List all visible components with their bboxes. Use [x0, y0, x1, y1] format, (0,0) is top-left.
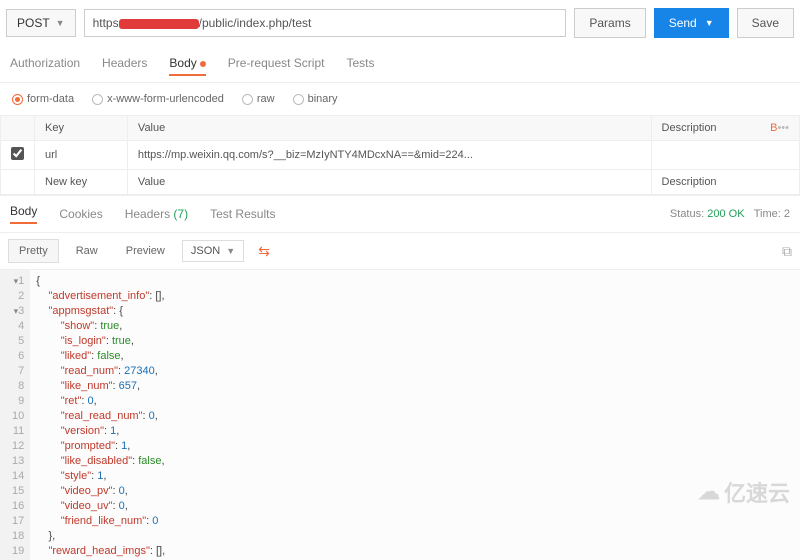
chevron-down-icon: ▼ [705, 18, 714, 28]
cloud-icon: ☁ [698, 479, 720, 505]
radio-off-icon [242, 94, 253, 105]
radio-form-data[interactable]: form-data [12, 93, 74, 105]
url-input[interactable]: https/public/index.php/test [84, 9, 567, 37]
table-row[interactable]: url https://mp.weixin.qq.com/s?__biz=MzI… [1, 141, 800, 170]
bulk-edit[interactable]: B [770, 122, 777, 134]
request-tabs: Authorization Headers Body Pre-request S… [0, 46, 800, 83]
tab-body[interactable]: Body [169, 52, 205, 76]
active-dot-icon [200, 61, 206, 67]
cell-key[interactable]: url [35, 141, 128, 170]
view-preview[interactable]: Preview [115, 239, 176, 263]
radio-off-icon [293, 94, 304, 105]
line-gutter: ▾12▾345678910111213141516171819▾20212223… [0, 270, 30, 560]
view-raw[interactable]: Raw [65, 239, 109, 263]
radio-binary[interactable]: binary [293, 93, 338, 105]
tab-headers[interactable]: Headers [102, 52, 147, 76]
tab-prerequest[interactable]: Pre-request Script [228, 52, 325, 76]
resp-tab-cookies[interactable]: Cookies [59, 207, 102, 221]
view-bar: Pretty Raw Preview JSON▼ ⇆ ⧉ [0, 233, 800, 270]
radio-urlencoded[interactable]: x-www-form-urlencoded [92, 93, 224, 105]
tab-tests[interactable]: Tests [346, 52, 374, 76]
request-bar: POST ▼ https/public/index.php/test Param… [0, 0, 800, 46]
table-row-new[interactable]: New key Value Description [1, 170, 800, 195]
col-key: Key [35, 116, 128, 141]
method-label: POST [17, 16, 50, 30]
chevron-down-icon: ▼ [226, 246, 235, 256]
method-dropdown[interactable]: POST ▼ [6, 9, 76, 37]
tab-authorization[interactable]: Authorization [10, 52, 80, 76]
format-dropdown[interactable]: JSON▼ [182, 240, 244, 262]
ph-value[interactable]: Value [127, 170, 651, 195]
resp-tab-headers[interactable]: Headers (7) [125, 207, 188, 221]
response-body: ▾12▾345678910111213141516171819▾20212223… [0, 270, 800, 560]
json-code[interactable]: { "advertisement_info": [], "appmsgstat"… [30, 270, 191, 560]
more-icon[interactable]: ••• [777, 122, 789, 134]
radio-raw[interactable]: raw [242, 93, 275, 105]
body-type-radios: form-data x-www-form-urlencoded raw bina… [0, 83, 800, 115]
ph-desc[interactable]: Description [651, 170, 799, 195]
view-pretty[interactable]: Pretty [8, 239, 59, 263]
status-bar: Status: 200 OK Time: 2 [670, 208, 790, 220]
ph-key[interactable]: New key [35, 170, 128, 195]
save-button[interactable]: Save [737, 8, 794, 38]
radio-on-icon [12, 94, 23, 105]
redacted-bar [119, 19, 199, 29]
row-checkbox[interactable] [11, 147, 24, 160]
resp-tab-body[interactable]: Body [10, 204, 37, 224]
cell-value[interactable]: https://mp.weixin.qq.com/s?__biz=MzIyNTY… [127, 141, 651, 170]
col-check [1, 116, 35, 141]
response-tabs: Body Cookies Headers (7) Test Results St… [0, 195, 800, 233]
resp-tab-tests[interactable]: Test Results [210, 207, 275, 221]
radio-off-icon [92, 94, 103, 105]
watermark: ☁ 亿速云 [698, 476, 790, 508]
chevron-down-icon: ▼ [56, 18, 65, 28]
send-button[interactable]: Send ▼ [654, 8, 729, 38]
col-desc: Description••• B [651, 116, 799, 141]
cell-desc[interactable] [651, 141, 799, 170]
col-value: Value [127, 116, 651, 141]
params-button[interactable]: Params [574, 8, 645, 38]
params-table: Key Value Description••• B url https://m… [0, 115, 800, 195]
copy-icon[interactable]: ⧉ [782, 243, 792, 260]
wrap-icon[interactable]: ⇆ [258, 243, 270, 260]
